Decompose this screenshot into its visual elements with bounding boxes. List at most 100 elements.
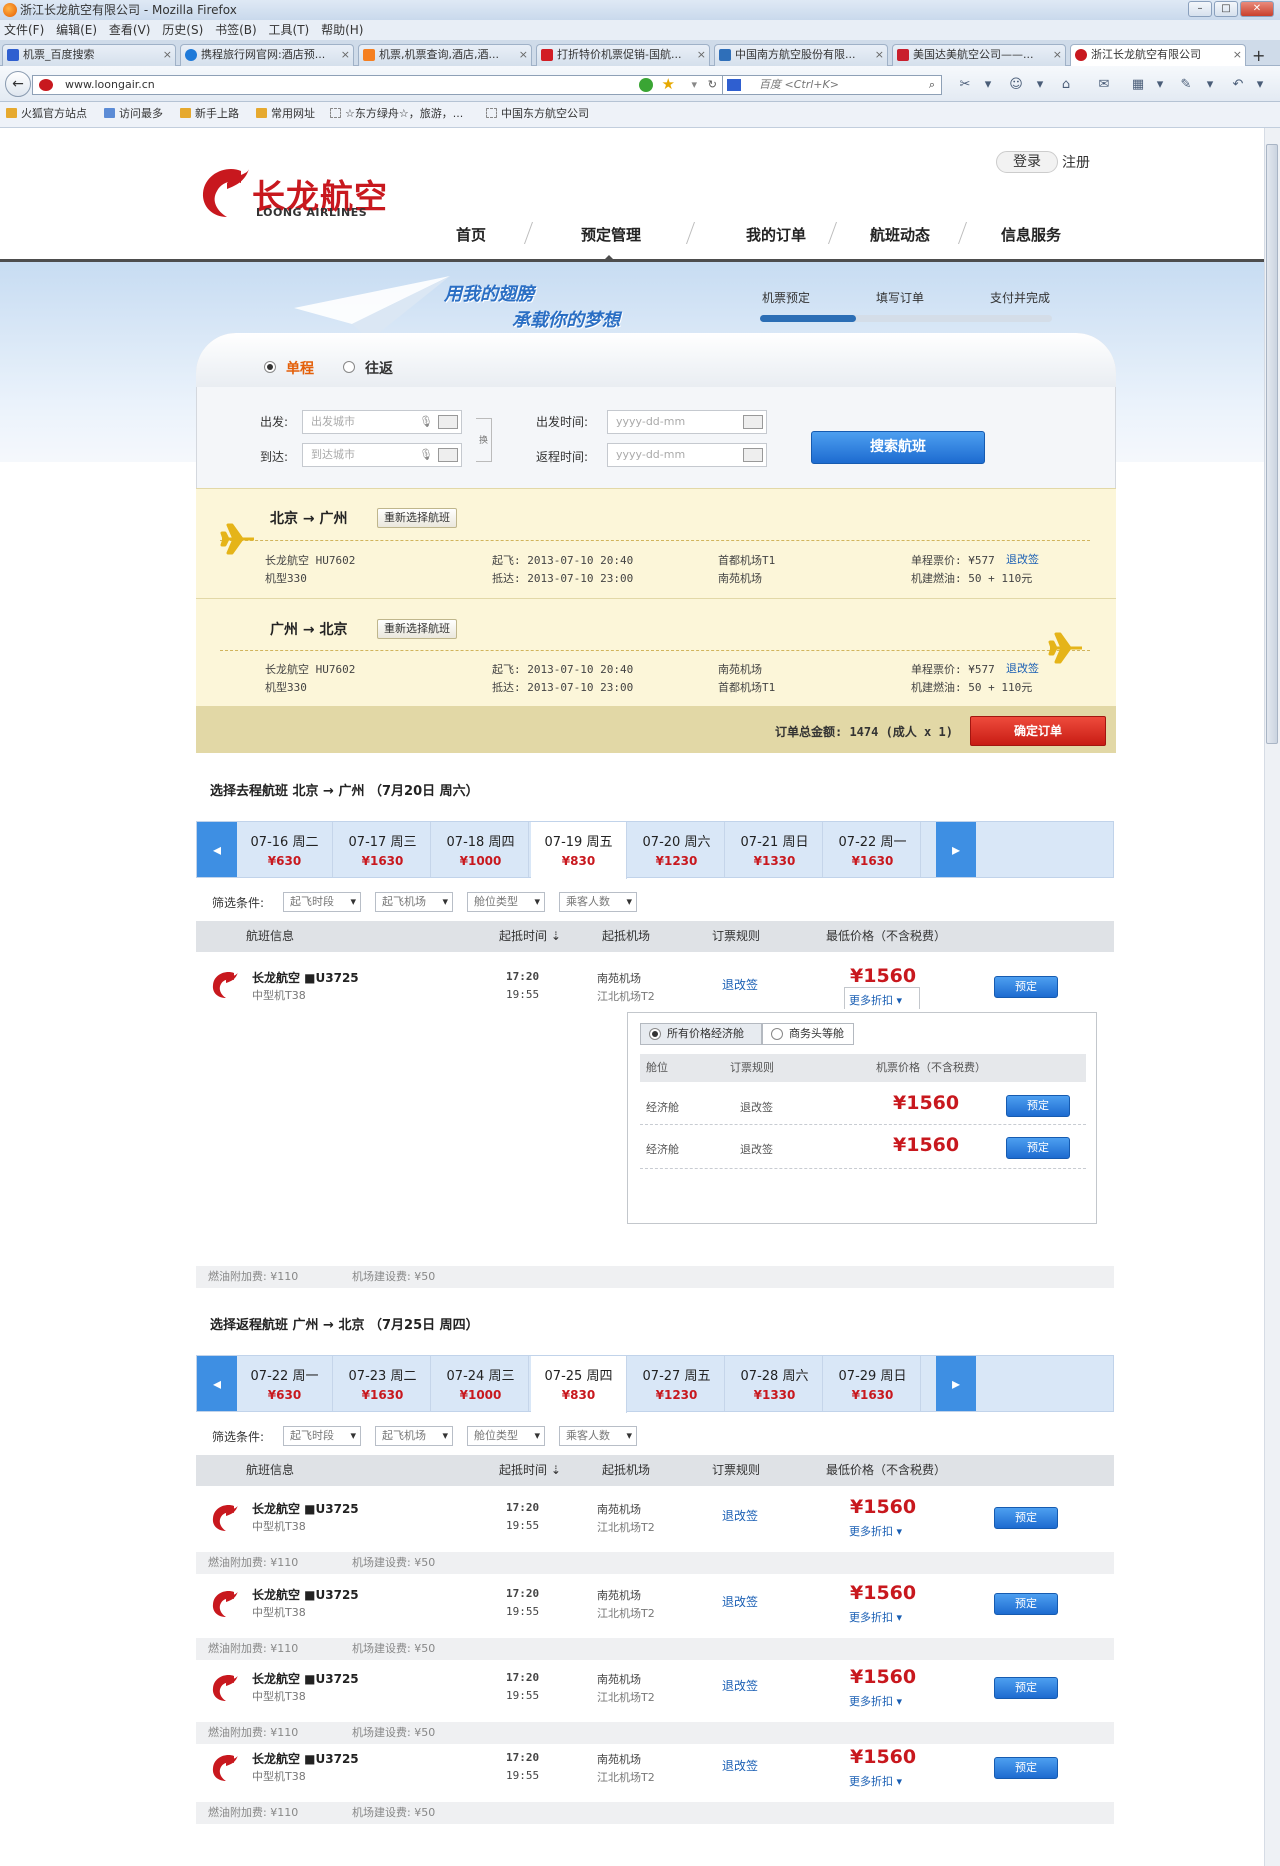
nav-booking[interactable]: 预定管理 [581, 224, 641, 245]
confirm-order-button[interactable]: 确定订单 [970, 716, 1106, 746]
date-cell[interactable]: 07-22 周一 ¥1630 [825, 822, 921, 877]
bookmark-item[interactable]: 中国东方航空公司 [486, 102, 589, 126]
back-button[interactable]: ← [5, 71, 31, 97]
change-rules-link[interactable]: 退改签 [722, 976, 758, 993]
bookmark-item[interactable]: 新手上路 [180, 102, 239, 126]
prev-dates-button[interactable]: ◂ [197, 1356, 237, 1411]
book-button[interactable]: 预定 [994, 1677, 1058, 1699]
star-bookmark-icon[interactable]: ★ [662, 75, 675, 93]
register-link[interactable]: 注册 [1062, 152, 1090, 172]
close-tab-icon[interactable]: × [875, 45, 884, 65]
date-cell[interactable]: 07-21 周日 ¥1330 [727, 822, 823, 877]
maximize-button[interactable]: □ [1214, 1, 1238, 17]
addon-icon[interactable]: ☺ [1006, 76, 1026, 94]
to-city-input[interactable]: 到达城市 🎙 [302, 443, 462, 467]
nav-flight-status[interactable]: 航班动态 [870, 224, 930, 245]
date-cell[interactable]: 07-22 周一 ¥630 [237, 1356, 333, 1411]
go-icon[interactable] [639, 78, 653, 92]
mail-icon[interactable]: ✉ [1094, 76, 1114, 94]
one-way-radio[interactable] [264, 361, 276, 373]
menu-edit[interactable]: 编辑(E) [56, 23, 97, 37]
return-date-input[interactable]: yyyy-dd-mm [607, 443, 767, 467]
col-times-sort[interactable]: 起抵时间 ⇣ [499, 921, 561, 952]
close-tab-icon[interactable]: × [341, 45, 350, 65]
dropdown-icon[interactable]: ▾ [978, 76, 998, 94]
mic-icon[interactable]: 🎙 [419, 411, 433, 433]
change-rules-link[interactable]: 退改签 [1006, 551, 1039, 567]
dropdown-icon[interactable]: ▾ [1250, 76, 1270, 94]
close-tab-icon[interactable]: × [163, 45, 172, 65]
dropdown-icon[interactable]: ▾ [1150, 76, 1170, 94]
nav-orders[interactable]: 我的订单 [746, 224, 806, 245]
more-discounts-toggle[interactable]: 更多折扣 ▾ [849, 1773, 902, 1789]
economy-radio[interactable] [649, 1028, 661, 1040]
browser-tab[interactable]: 美国达美航空公司——... × [892, 44, 1066, 66]
filter-cabin-type[interactable]: 舱位类型 [467, 892, 545, 912]
nav-home[interactable]: 首页 [456, 224, 486, 245]
date-cell[interactable]: 07-20 周六 ¥1230 [629, 822, 725, 877]
close-tab-icon[interactable]: × [519, 45, 528, 65]
date-cell-selected[interactable]: 07-19 周五 ¥830 [531, 822, 627, 879]
col-times-sort[interactable]: 起抵时间 ⇣ [499, 1455, 561, 1486]
login-button[interactable]: 登录 [996, 151, 1058, 173]
date-cell[interactable]: 07-18 周四 ¥1000 [433, 822, 529, 877]
apps-icon[interactable]: ▦ [1128, 76, 1148, 94]
change-rules-link[interactable]: 退改签 [722, 1593, 758, 1610]
date-cell[interactable]: 07-17 周三 ¥1630 [335, 822, 431, 877]
business-radio[interactable] [771, 1028, 783, 1040]
reload-icon[interactable]: ↻ [708, 76, 717, 94]
book-button[interactable]: 预定 [1006, 1137, 1070, 1159]
bookmark-item[interactable]: 常用网址 [256, 102, 315, 126]
filter-cabin-type[interactable]: 舱位类型 [467, 1426, 545, 1446]
city-picker-icon[interactable] [438, 448, 458, 462]
business-tab[interactable]: 商务头等舱 [762, 1023, 854, 1045]
menu-help[interactable]: 帮助(H) [321, 23, 363, 37]
home-icon[interactable]: ⌂ [1056, 76, 1076, 94]
more-discounts-toggle[interactable]: 更多折扣 ▾ [849, 992, 902, 1008]
filter-passengers[interactable]: 乘客人数 [559, 892, 637, 912]
bookmark-item[interactable]: 火狐官方站点 [6, 102, 87, 126]
date-cell-selected[interactable]: 07-25 周四 ¥830 [531, 1356, 627, 1413]
date-cell[interactable]: 07-24 周三 ¥1000 [433, 1356, 529, 1411]
menu-view[interactable]: 查看(V) [109, 23, 151, 37]
tools-icon[interactable]: ✎ [1176, 76, 1196, 94]
swap-cities-button[interactable]: 换 [476, 418, 492, 462]
menu-file[interactable]: 文件(F) [4, 23, 44, 37]
change-rules-link[interactable]: 退改签 [1006, 660, 1039, 676]
bookmark-item[interactable]: 访问最多 [104, 102, 163, 126]
change-rules-link[interactable]: 退改签 [722, 1757, 758, 1774]
filter-depart-airport[interactable]: 起飞机场 [375, 892, 453, 912]
date-cell[interactable]: 07-28 周六 ¥1330 [727, 1356, 823, 1411]
minimize-button[interactable]: – [1188, 1, 1212, 17]
more-discounts-toggle[interactable]: 更多折扣 ▾ [849, 1609, 902, 1625]
calendar-icon[interactable] [743, 415, 763, 429]
date-cell[interactable]: 07-16 周二 ¥630 [237, 822, 333, 877]
browser-tab-active[interactable]: 浙江长龙航空有限公司 × [1070, 44, 1246, 66]
next-dates-button[interactable]: ▸ [936, 822, 976, 877]
book-button[interactable]: 预定 [994, 1757, 1058, 1779]
browser-tab[interactable]: 中国南方航空股份有限... × [714, 44, 888, 66]
reselect-flight-button[interactable]: 重新选择航班 [377, 619, 457, 639]
menu-tools[interactable]: 工具(T) [269, 23, 310, 37]
prev-dates-button[interactable]: ◂ [197, 822, 237, 877]
scrollbar-thumb[interactable] [1266, 144, 1278, 744]
browser-tab[interactable]: 机票_百度搜索 × [2, 44, 176, 66]
reselect-flight-button[interactable]: 重新选择航班 [377, 508, 457, 528]
book-button[interactable]: 预定 [1006, 1095, 1070, 1117]
close-tab-icon[interactable]: × [697, 45, 706, 65]
new-tab-button[interactable]: + [1252, 46, 1265, 65]
more-discounts-toggle[interactable]: 更多折扣 ▾ [849, 1693, 902, 1709]
book-button[interactable]: 预定 [994, 1593, 1058, 1615]
close-tab-icon[interactable]: × [1233, 45, 1242, 65]
filter-depart-period[interactable]: 起飞时段 [283, 892, 361, 912]
menu-bookmarks[interactable]: 书签(B) [215, 23, 257, 37]
sync-icon[interactable]: ↶ [1228, 76, 1248, 94]
one-way-label[interactable]: 单程 [286, 358, 314, 378]
date-cell[interactable]: 07-27 周五 ¥1230 [629, 1356, 725, 1411]
browser-tab[interactable]: 携程旅行网官网:酒店预... × [180, 44, 354, 66]
change-rules-link[interactable]: 退改签 [722, 1677, 758, 1694]
mic-icon[interactable]: 🎙 [419, 444, 433, 466]
book-button[interactable]: 预定 [994, 976, 1058, 998]
screenshot-icon[interactable]: ✂ [955, 76, 975, 94]
city-picker-icon[interactable] [438, 415, 458, 429]
